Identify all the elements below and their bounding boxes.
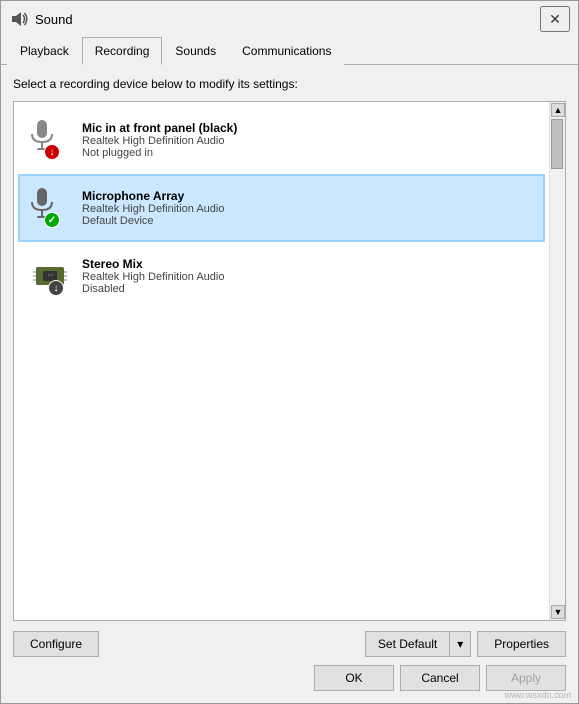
status-badge-mic-front: ↓ bbox=[44, 144, 60, 160]
instruction-text: Select a recording device below to modif… bbox=[13, 77, 566, 91]
device-name-mic-front: Mic in at front panel (black) bbox=[82, 121, 237, 135]
device-info-stereo-mix: Stereo Mix Realtek High Definition Audio… bbox=[82, 257, 224, 295]
device-item-mic-array[interactable]: ✓ Microphone Array Realtek High Definiti… bbox=[18, 174, 545, 242]
device-icon-wrapper-stereo-mix: ↓ bbox=[28, 254, 72, 298]
scrollbar[interactable]: ▲ ▼ bbox=[549, 102, 565, 620]
device-icon-wrapper-mic-front: ↓ bbox=[28, 118, 72, 162]
device-list-container: ↓ Mic in at front panel (black) Realtek … bbox=[13, 101, 566, 621]
sound-icon bbox=[9, 9, 29, 29]
device-status-stereo-mix: Disabled bbox=[82, 283, 224, 295]
device-icon-wrapper-mic-array: ✓ bbox=[28, 186, 72, 230]
set-default-dropdown-button[interactable]: ▾ bbox=[449, 631, 471, 657]
device-driver-stereo-mix: Realtek High Definition Audio bbox=[82, 271, 224, 283]
close-button[interactable]: ✕ bbox=[540, 6, 570, 32]
status-badge-stereo-mix: ↓ bbox=[48, 280, 64, 296]
set-default-group: Set Default ▾ Properties bbox=[365, 631, 566, 657]
properties-button[interactable]: Properties bbox=[477, 631, 566, 657]
scroll-down-button[interactable]: ▼ bbox=[551, 605, 565, 619]
device-info-mic-array: Microphone Array Realtek High Definition… bbox=[82, 189, 224, 227]
device-driver-mic-array: Realtek High Definition Audio bbox=[82, 203, 224, 215]
scroll-up-button[interactable]: ▲ bbox=[551, 103, 565, 117]
tab-playback[interactable]: Playback bbox=[7, 37, 82, 65]
set-default-button[interactable]: Set Default bbox=[365, 631, 449, 657]
set-default-button-group: Set Default ▾ bbox=[365, 631, 471, 657]
device-name-mic-array: Microphone Array bbox=[82, 189, 224, 203]
device-status-mic-front: Not plugged in bbox=[82, 147, 237, 159]
dialog-button-row: OK Cancel Apply bbox=[13, 665, 566, 691]
device-item-mic-front[interactable]: ↓ Mic in at front panel (black) Realtek … bbox=[18, 106, 545, 174]
status-badge-mic-array: ✓ bbox=[44, 212, 60, 228]
tab-communications[interactable]: Communications bbox=[229, 37, 344, 65]
tab-bar: Playback Recording Sounds Communications bbox=[1, 37, 578, 65]
device-status-mic-array: Default Device bbox=[82, 215, 224, 227]
device-driver-mic-front: Realtek High Definition Audio bbox=[82, 135, 237, 147]
sound-dialog: Sound ✕ Playback Recording Sounds Commun… bbox=[0, 0, 579, 704]
apply-button[interactable]: Apply bbox=[486, 665, 566, 691]
window-title: Sound bbox=[35, 12, 540, 27]
tab-sounds[interactable]: Sounds bbox=[162, 37, 229, 65]
device-name-stereo-mix: Stereo Mix bbox=[82, 257, 224, 271]
button-row-bottom: Configure Set Default ▾ Properties bbox=[13, 631, 566, 657]
configure-button[interactable]: Configure bbox=[13, 631, 99, 657]
cancel-button[interactable]: Cancel bbox=[400, 665, 480, 691]
device-info-mic-front: Mic in at front panel (black) Realtek Hi… bbox=[82, 121, 237, 159]
device-list: ↓ Mic in at front panel (black) Realtek … bbox=[14, 102, 549, 620]
tab-recording[interactable]: Recording bbox=[82, 37, 163, 65]
watermark: www.wsxdn.com bbox=[504, 690, 571, 700]
ok-button[interactable]: OK bbox=[314, 665, 394, 691]
scroll-thumb[interactable] bbox=[551, 119, 563, 169]
content-area: Select a recording device below to modif… bbox=[1, 65, 578, 703]
device-item-stereo-mix[interactable]: ↓ Stereo Mix Realtek High Definition Aud… bbox=[18, 242, 545, 310]
title-bar: Sound ✕ bbox=[1, 1, 578, 37]
